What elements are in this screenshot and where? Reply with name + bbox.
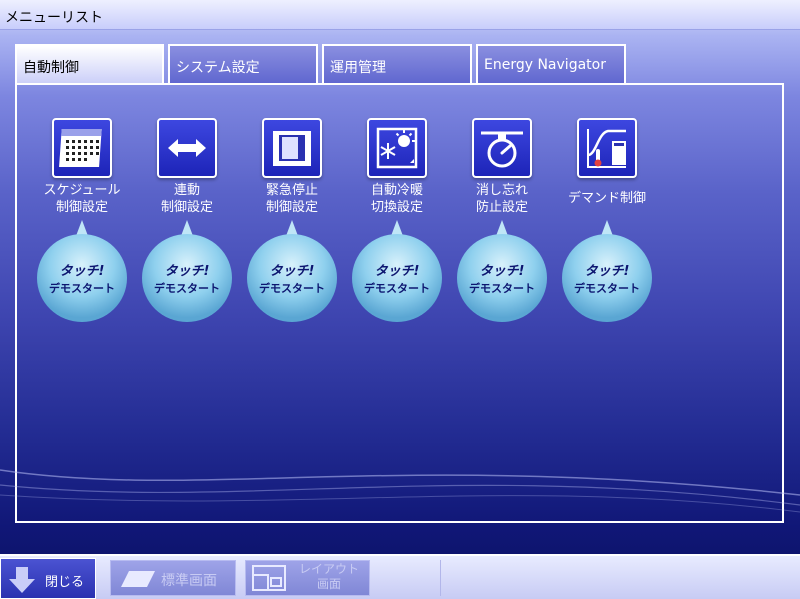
- menu-item-label: 消し忘れ 防止設定: [452, 182, 552, 216]
- label-line2: 切換設定: [370, 200, 423, 215]
- label-line2: 制御設定: [265, 200, 318, 215]
- tab-energy-navigator[interactable]: Energy Navigator: [476, 44, 626, 84]
- layout-icon: [252, 565, 286, 591]
- label-line1: スケジュール: [43, 183, 121, 198]
- heat-cool-switch-icon[interactable]: [367, 118, 427, 178]
- close-label: 閉じる: [45, 575, 85, 590]
- label-line2: 防止設定: [475, 200, 528, 215]
- standard-screen-icon: [121, 571, 155, 587]
- layout-screen-button[interactable]: レイアウト 画面: [245, 560, 370, 596]
- layout-line1: レイアウト: [298, 562, 359, 576]
- window-title: メニューリスト: [5, 10, 103, 26]
- layout-line2: 画面: [316, 577, 341, 591]
- tab-label: システム設定: [176, 60, 260, 76]
- demo-start-button[interactable]: タッチ! デモスタート: [539, 218, 675, 326]
- label-line2: 制御設定: [160, 200, 213, 215]
- tab-operation-management[interactable]: 運用管理: [322, 44, 472, 84]
- label-line1: デマンド制御: [567, 191, 646, 206]
- menu-item-label: デマンド制御: [557, 190, 657, 207]
- menu-item-label: 連動 制御設定: [137, 182, 237, 216]
- double-arrow-icon[interactable]: [157, 118, 217, 178]
- arrow-down-icon: [9, 567, 35, 593]
- menu-item-label: 自動冷暖 切換設定: [347, 182, 447, 216]
- tab-label: Energy Navigator: [484, 57, 606, 73]
- tab-auto-control[interactable]: 自動制御: [15, 44, 164, 85]
- label-line1: 消し忘れ: [475, 183, 528, 198]
- standard-screen-button[interactable]: 標準画面: [110, 560, 236, 596]
- standard-screen-label: 標準画面: [161, 573, 217, 589]
- label-line2: 制御設定: [55, 200, 108, 215]
- layout-screen-label: レイアウト 画面: [294, 562, 364, 592]
- label-line1: 連動: [173, 183, 200, 198]
- emergency-stop-icon[interactable]: [262, 118, 322, 178]
- label-line1: 緊急停止: [265, 183, 318, 198]
- demand-control-icon[interactable]: [577, 118, 637, 178]
- demo-title: タッチ!: [584, 264, 630, 279]
- title-bar: メニューリスト: [0, 0, 800, 30]
- menu-item-label: スケジュール 制御設定: [32, 182, 132, 216]
- label-line1: 自動冷暖: [370, 183, 423, 198]
- tab-system-settings[interactable]: システム設定: [168, 44, 318, 84]
- tab-label: 自動制御: [23, 60, 79, 76]
- demo-subtitle: デモスタート: [574, 282, 640, 295]
- toolbar-divider: [440, 560, 441, 596]
- tab-label: 運用管理: [330, 60, 386, 76]
- stopwatch-icon[interactable]: [472, 118, 532, 178]
- bottom-toolbar: 閉じる 標準画面 レイアウト 画面: [0, 554, 800, 599]
- calendar-icon[interactable]: [52, 118, 112, 178]
- close-button[interactable]: 閉じる: [0, 558, 96, 599]
- menu-item-label: 緊急停止 制御設定: [242, 182, 342, 216]
- background-swoosh: [0, 469, 800, 513]
